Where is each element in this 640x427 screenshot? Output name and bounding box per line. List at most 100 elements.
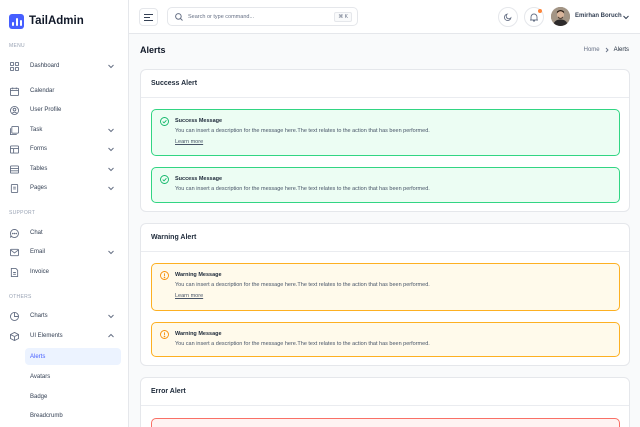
check-circle-icon (160, 175, 169, 184)
menu-section-label: MENU (9, 43, 25, 49)
search-icon (175, 13, 183, 21)
sidebar-toggle-button[interactable] (139, 8, 158, 26)
breadcrumb-current: Alerts (613, 47, 629, 53)
warning-alert: Warning Message You can insert a descrip… (151, 263, 620, 311)
sidebar: TailAdmin MENU Dashboard Calendar User P… (0, 0, 129, 427)
alert-description: You can insert a description for the mes… (175, 282, 430, 288)
task-icon (9, 125, 19, 135)
sidebar-item-ui-elements[interactable]: UI Elements (9, 327, 121, 345)
chevron-down-icon (108, 250, 114, 255)
table-icon (9, 164, 19, 174)
learn-more-link[interactable]: Learn more (175, 293, 203, 299)
alert-title: Success Message (175, 118, 223, 124)
chevron-down-icon (108, 167, 114, 172)
alert-description: You can insert a description for the mes… (175, 341, 430, 347)
warning-alert: Warning Message You can insert a descrip… (151, 322, 620, 357)
card-title: Success Alert (141, 70, 629, 98)
warning-circle-icon (160, 330, 169, 339)
chevron-down-icon (108, 186, 114, 191)
pie-chart-icon (9, 311, 19, 321)
sidebar-item-label: Tables (30, 166, 48, 172)
alert-title: Warning Message (175, 272, 222, 278)
chevron-down-icon (108, 314, 114, 319)
sidebar-subitem-badge[interactable]: Badge (25, 388, 121, 405)
success-alert: Success Message You can insert a descrip… (151, 167, 620, 203)
invoice-icon (9, 267, 19, 277)
alert-description: You can insert a description for the mes… (175, 128, 430, 134)
sidebar-item-label: Calendar (30, 88, 55, 94)
grid-icon (9, 61, 19, 71)
theme-toggle-button[interactable] (498, 7, 518, 27)
sidebar-item-label: Chat (30, 230, 43, 236)
alert-title: Success Message (175, 176, 223, 182)
chevron-right-icon (605, 47, 609, 53)
brand-name: TailAdmin (29, 15, 84, 27)
brand[interactable]: TailAdmin (0, 0, 128, 42)
sidebar-item-email[interactable]: Email (9, 243, 121, 261)
notifications-button[interactable] (524, 7, 544, 27)
top-header: ⌘ K Emirhan Boruch (129, 0, 640, 34)
search-input[interactable] (188, 11, 318, 23)
sidebar-subitem-avatars[interactable]: Avatars (25, 368, 121, 385)
others-section-label: OTHERS (9, 294, 32, 300)
chevron-up-icon (108, 333, 114, 338)
sidebar-item-label: Task (30, 127, 43, 133)
page-title: Alerts (140, 45, 166, 55)
chat-icon (9, 228, 19, 238)
alert-title: Warning Message (175, 331, 222, 337)
error-alert-card: Error Alert (140, 377, 630, 427)
user-name[interactable]: Emirhan Boruch (575, 13, 622, 19)
sidebar-item-charts[interactable]: Charts (9, 307, 121, 325)
pages-icon (9, 183, 19, 193)
box-icon (9, 331, 19, 341)
breadcrumb: Home Alerts (584, 47, 629, 53)
sidebar-item-chat[interactable]: Chat (9, 224, 121, 242)
sidebar-item-pages[interactable]: Pages (9, 179, 121, 197)
bell-icon (530, 13, 538, 21)
calendar-icon (9, 86, 19, 96)
breadcrumb-home-link[interactable]: Home (584, 47, 600, 53)
user-circle-icon (9, 105, 19, 115)
card-title: Warning Alert (141, 224, 629, 252)
success-alert: Success Message You can insert a descrip… (151, 109, 620, 156)
avatar-image (551, 7, 570, 26)
error-alert (151, 418, 620, 427)
chevron-down-icon (108, 128, 114, 133)
search-bar: ⌘ K (167, 7, 358, 26)
chevron-down-icon (108, 64, 114, 69)
sidebar-item-forms[interactable]: Forms (9, 140, 121, 158)
learn-more-link[interactable]: Learn more (175, 139, 203, 145)
sidebar-subitem-breadcrumb[interactable]: Breadcrumb (25, 407, 121, 424)
search-shortcut-badge: ⌘ K (334, 12, 352, 22)
warning-alert-card: Warning Alert Warning Message You can in… (140, 223, 630, 366)
menu-icon (144, 13, 153, 21)
chevron-down-icon (108, 147, 114, 152)
sidebar-item-invoice[interactable]: Invoice (9, 263, 121, 281)
sidebar-item-tables[interactable]: Tables (9, 160, 121, 178)
warning-circle-icon (160, 271, 169, 280)
sidebar-item-label: Invoice (30, 269, 50, 275)
sidebar-item-label: Charts (30, 313, 48, 319)
sidebar-item-label: Pages (30, 185, 48, 191)
sidebar-item-label: Forms (30, 146, 47, 152)
sidebar-item-dashboard[interactable]: Dashboard (9, 57, 121, 75)
support-section-label: SUPPORT (9, 210, 36, 216)
chevron-down-icon[interactable] (622, 13, 630, 21)
brand-logo-icon (9, 13, 24, 29)
sidebar-item-label: Dashboard (30, 63, 60, 69)
success-alert-card: Success Alert Success Message You can in… (140, 69, 630, 212)
forms-icon (9, 144, 19, 154)
sidebar-item-user-profile[interactable]: User Profile (9, 101, 121, 119)
avatar[interactable] (551, 7, 570, 26)
sidebar-item-label: User Profile (30, 107, 62, 113)
notification-dot (538, 9, 542, 13)
sidebar-item-calendar[interactable]: Calendar (9, 82, 121, 100)
sidebar-item-task[interactable]: Task (9, 121, 121, 139)
mail-icon (9, 247, 19, 257)
sidebar-item-label: UI Elements (30, 333, 63, 339)
sidebar-subitem-alerts[interactable]: Alerts (25, 348, 121, 365)
sidebar-item-label: Email (30, 249, 46, 255)
moon-icon (504, 13, 512, 21)
card-title: Error Alert (141, 378, 629, 406)
check-circle-icon (160, 117, 169, 126)
